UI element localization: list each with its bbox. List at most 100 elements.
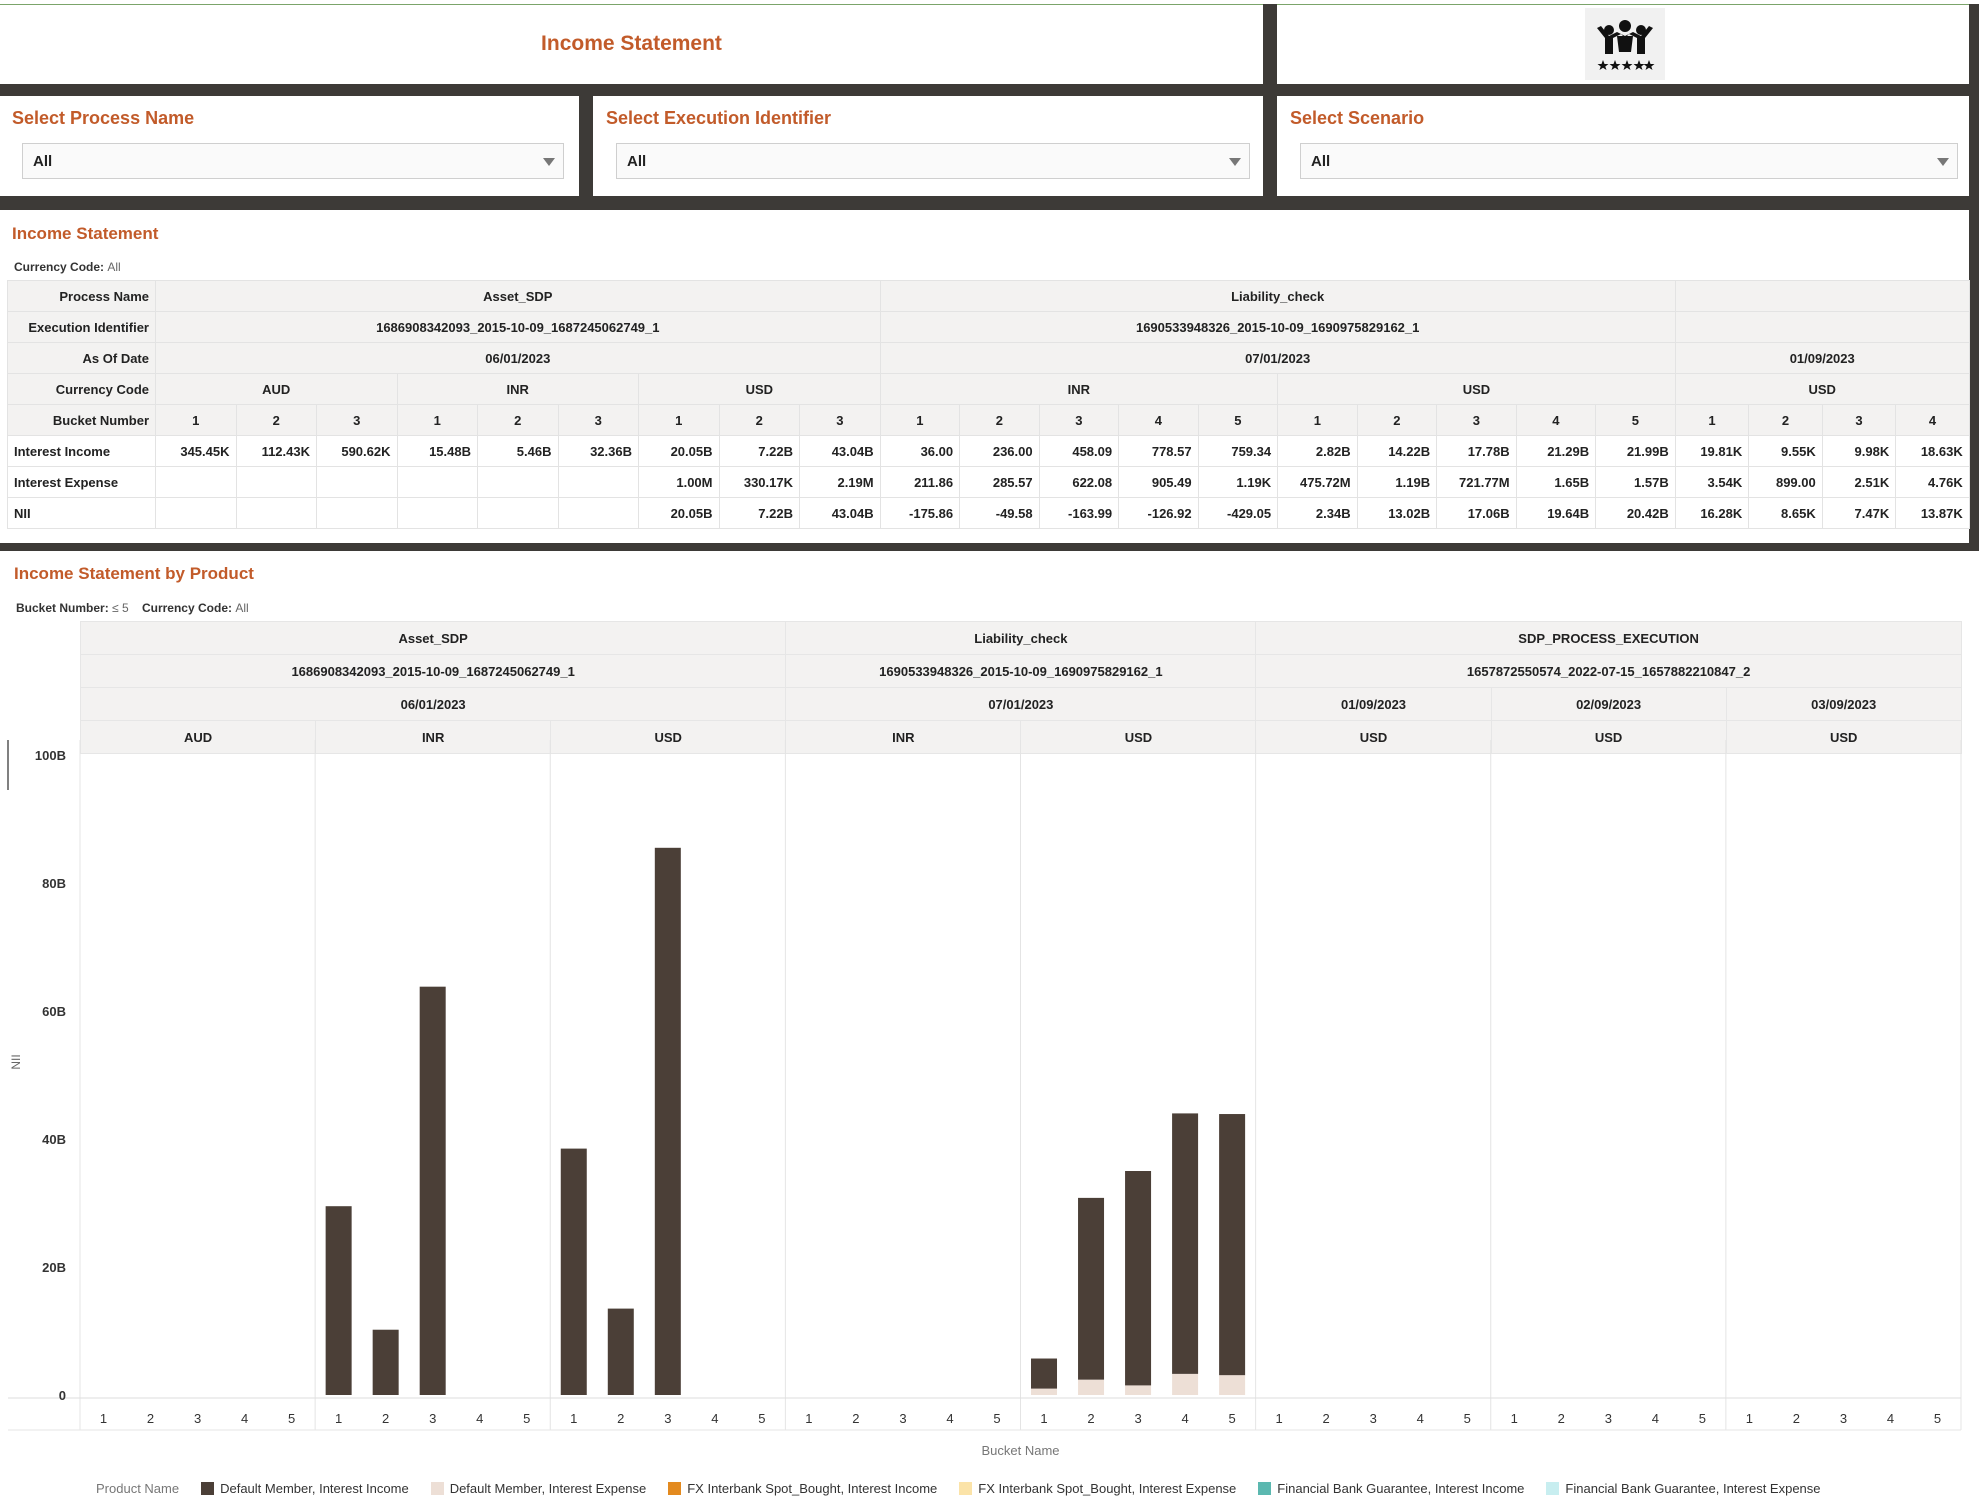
- income-statement-title: Income Statement: [12, 224, 159, 243]
- row-header: Currency Code: [7, 373, 156, 405]
- interest-expense-cell: 1.57B: [1595, 466, 1676, 498]
- nii-cell: 19.64B: [1515, 497, 1597, 529]
- x-tick-label: 4: [1652, 1411, 1659, 1426]
- bar-segment: [1172, 1373, 1199, 1395]
- date-cell: 02/09/2023: [1490, 687, 1727, 721]
- interest-income-cell: 458.09: [1038, 435, 1120, 467]
- people-stars-icon: [1597, 20, 1655, 70]
- nii-cell: -49.58: [959, 497, 1040, 529]
- by-product-currency-value: All: [235, 601, 249, 615]
- bar-segment: [1219, 1375, 1246, 1395]
- chart-legend: Product Name Default Member, Interest In…: [96, 1481, 1821, 1496]
- interest-income-cell: 112.43K: [235, 435, 317, 467]
- y-tick-label: 60B: [42, 1004, 66, 1019]
- execution-cell: 1686908342093_2015-10-09_1687245062749_1: [155, 311, 881, 343]
- y-tick-label: 80B: [42, 876, 66, 891]
- execution-identifier-select[interactable]: All: [616, 143, 1250, 179]
- x-tick-label: 3: [1840, 1411, 1847, 1426]
- x-tick-label: 4: [711, 1411, 718, 1426]
- x-tick-label: 5: [288, 1411, 295, 1426]
- interest-expense-cell: 721.77M: [1436, 466, 1517, 498]
- nii-cell: [396, 497, 478, 529]
- x-tick-label: 5: [1464, 1411, 1471, 1426]
- interest-expense-cell: 211.86: [879, 466, 961, 498]
- date-cell: 03/09/2023: [1725, 687, 1962, 721]
- process-cell: Liability_check: [785, 621, 1257, 655]
- currency-cell: INR: [396, 373, 639, 405]
- interest-expense-cell: [396, 466, 478, 498]
- x-tick-label: 2: [382, 1411, 389, 1426]
- section-divider: [0, 543, 1979, 551]
- currency-cell: AUD: [155, 373, 398, 405]
- nii-row: NII 20.05B 7.22B 43.04B -175.86 -49.58 -163.9…: [7, 497, 1970, 529]
- x-tick-label: 5: [1699, 1411, 1706, 1426]
- interest-expense-cell: 2.51K: [1821, 466, 1897, 498]
- execution-identifier-value: All: [627, 152, 647, 170]
- interest-expense-cell: 285.57: [959, 466, 1040, 498]
- interest-income-cell: 17.78B: [1436, 435, 1517, 467]
- by-product-currency-label: Currency Code:: [141, 601, 232, 615]
- interest-expense-cell: 2.19M: [799, 466, 881, 498]
- legend-swatch: [1546, 1482, 1560, 1495]
- interest-expense-cell: 905.49: [1118, 466, 1199, 498]
- nii-cell: 13.02B: [1356, 497, 1438, 529]
- bar-segment: [654, 847, 681, 1395]
- interest-income-cell: 36.00: [879, 435, 961, 467]
- x-tick-label: 3: [194, 1411, 201, 1426]
- scenario-select[interactable]: All: [1300, 143, 1958, 179]
- page-title: Income Statement: [541, 31, 722, 55]
- bucket-cell: 2: [718, 404, 800, 436]
- interest-income-cell: 20.05B: [638, 435, 720, 467]
- bar-segment: [1219, 1114, 1246, 1376]
- x-tick-label: 1: [100, 1411, 107, 1426]
- process-name-select[interactable]: All: [22, 143, 564, 179]
- bucket-cell: 3: [316, 404, 398, 436]
- x-tick-label: 5: [758, 1411, 765, 1426]
- x-tick-label: 2: [1323, 1411, 1330, 1426]
- interest-income-cell: 21.29B: [1515, 435, 1597, 467]
- row-header: Bucket Number: [7, 404, 156, 436]
- bar-segment: [372, 1329, 399, 1395]
- process-cell: [1674, 280, 1970, 312]
- legend-swatch: [201, 1482, 215, 1495]
- y-tick-label: 100B: [35, 748, 66, 763]
- x-tick-label: 2: [1087, 1411, 1094, 1426]
- execution-cell: [1674, 311, 1970, 343]
- interest-income-cell: 590.62K: [316, 435, 398, 467]
- y-tick-label: 40B: [42, 1132, 66, 1147]
- interest-income-cell: 18.63K: [1895, 435, 1970, 467]
- bar-segment: [1031, 1388, 1058, 1395]
- interest-income-cell: 9.55K: [1748, 435, 1823, 467]
- nii-cell: -175.86: [879, 497, 961, 529]
- currency-cell: INR: [879, 373, 1279, 405]
- interest-expense-cell: 1.00M: [638, 466, 720, 498]
- x-tick-label: 4: [1181, 1411, 1188, 1426]
- x-tick-label: 3: [1605, 1411, 1612, 1426]
- interest-income-cell: 7.22B: [718, 435, 800, 467]
- nii-cell: 20.42B: [1595, 497, 1676, 529]
- x-tick-label: 3: [1134, 1411, 1141, 1426]
- x-tick-label: 5: [523, 1411, 530, 1426]
- income-statement-table: Process Name Asset_SDP Liability_check E…: [7, 280, 1970, 529]
- bucket-cell: 1: [1674, 404, 1750, 436]
- by-product-title: Income Statement by Product: [14, 564, 254, 583]
- legend-item: FX Interbank Spot_Bought, Interest Incom…: [668, 1481, 937, 1496]
- legend-item: Default Member, Interest Income: [201, 1481, 409, 1496]
- interest-expense-cell: 1.65B: [1515, 466, 1597, 498]
- header-bar: [0, 84, 1979, 96]
- legend-swatch: [1258, 1482, 1272, 1495]
- interest-income-cell: 32.36B: [557, 435, 639, 467]
- bucket-cell: 2: [959, 404, 1040, 436]
- date-cell: 06/01/2023: [79, 687, 787, 721]
- legend-item: Financial Bank Guarantee, Interest Expen…: [1546, 1481, 1821, 1496]
- x-tick-label: 3: [664, 1411, 671, 1426]
- date-cell: 01/09/2023: [1674, 342, 1970, 374]
- bucket-cell: 4: [1895, 404, 1970, 436]
- execution-cell: 1686908342093_2015-10-09_1687245062749_1: [79, 654, 787, 688]
- x-tick-label: 5: [1934, 1411, 1941, 1426]
- x-tick-label: 4: [1887, 1411, 1894, 1426]
- x-tick-label: 3: [429, 1411, 436, 1426]
- filter-divider-1: [579, 96, 593, 196]
- interest-expense-cell: [235, 466, 317, 498]
- bucket-cell: 2: [1748, 404, 1823, 436]
